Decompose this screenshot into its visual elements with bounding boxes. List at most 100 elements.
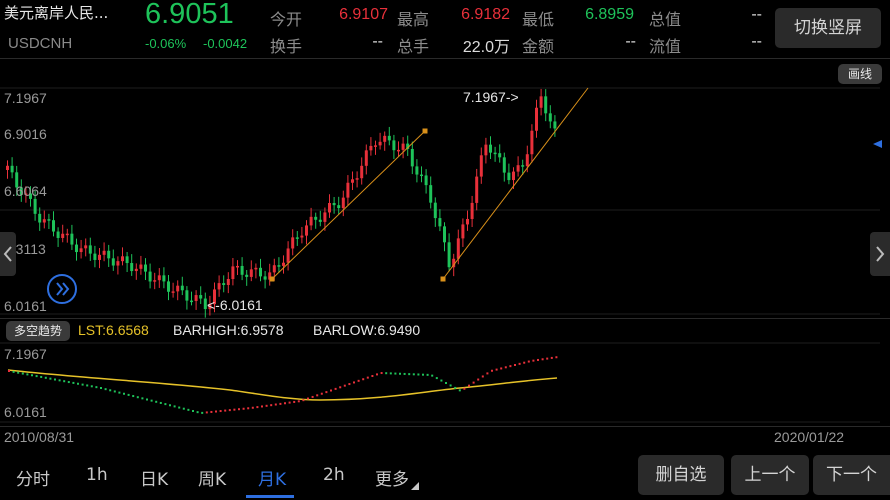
trend-dot [468, 384, 470, 387]
tab-monthly[interactable]: 月K [258, 465, 286, 490]
trend-dot [440, 379, 443, 382]
candle-body [369, 145, 373, 151]
high-label: 最高 [397, 10, 430, 29]
candle-body [259, 267, 262, 277]
candle-body [245, 274, 249, 277]
scroll-left-button[interactable] [0, 232, 16, 276]
chevron-left-icon [3, 246, 12, 262]
switch-portrait-button[interactable]: 切换竖屏 [775, 8, 881, 48]
trend-dot [343, 384, 346, 387]
scroll-right-button[interactable] [870, 232, 890, 276]
trend-dot [399, 372, 401, 375]
float-value-label: 流值 [649, 37, 682, 56]
trend-dot [210, 410, 213, 413]
candle-body [397, 149, 400, 152]
trend-dot [109, 389, 112, 392]
trend-dot [376, 373, 378, 376]
candle-body [351, 179, 354, 183]
trend-dot [118, 391, 121, 394]
volume-label: 总手 [397, 37, 430, 56]
trend-dot [472, 381, 475, 384]
candle-body [433, 202, 437, 219]
last-price: 6.9051 [145, 0, 234, 30]
ma-line [7, 369, 558, 401]
trend-dot [205, 411, 208, 414]
candle-body [75, 244, 78, 253]
draw-line-button[interactable]: 画线 [838, 64, 882, 84]
trend-handle[interactable] [440, 276, 446, 282]
candle-body [493, 152, 497, 155]
candle-body [489, 144, 492, 153]
tab-weekly[interactable]: 周K [198, 465, 226, 490]
remove-favorite-button[interactable]: 删自选 [638, 455, 724, 495]
trend-dot [90, 385, 93, 388]
candle-body [401, 143, 405, 150]
trend-dot [224, 409, 227, 412]
trend-dot [35, 375, 38, 378]
trend-dot [8, 370, 10, 372]
tab-2h[interactable]: 2h [323, 465, 345, 485]
trend-dot [164, 403, 167, 406]
tab-1h[interactable]: 1h [86, 465, 108, 485]
candle-body [502, 157, 506, 173]
tab-more[interactable]: 更多 [375, 465, 409, 490]
trend-dot [81, 383, 84, 386]
double-chevron-right-icon [56, 282, 70, 296]
trend-dot [403, 372, 406, 375]
candlestick-chart[interactable] [0, 60, 890, 318]
candle-body [512, 171, 515, 181]
candle-body [456, 238, 460, 259]
candle-body [199, 295, 203, 299]
candle-body [341, 197, 345, 209]
candle-body [443, 226, 446, 243]
trend-dot [26, 373, 29, 376]
indicator-y-top: 7.1967 [4, 346, 47, 362]
y-axis-label: 6.0161 [4, 298, 47, 314]
candle-body [240, 265, 244, 275]
change-percent: -0.06% [145, 36, 187, 51]
trend-handle[interactable] [269, 276, 275, 282]
trend-indicator-chart[interactable] [0, 342, 890, 426]
tab-timeshare[interactable]: 分时 [16, 465, 50, 490]
low-annotation: <-6.0161 [207, 297, 263, 313]
expand-panel-button[interactable] [47, 274, 77, 304]
candle-body [190, 300, 193, 303]
float-value: -- [751, 33, 762, 50]
open-label: 今开 [270, 10, 303, 29]
trend-line-1[interactable] [271, 130, 426, 280]
candle-body [475, 176, 479, 203]
trend-dot [150, 399, 153, 402]
candle-body [318, 219, 322, 222]
high-value: 6.9182 [461, 6, 510, 23]
y-axis-label: 7.1967 [4, 90, 47, 106]
trend-dot [182, 407, 185, 410]
candle-body [387, 135, 391, 141]
candle-body [314, 216, 318, 220]
trend-dot [187, 408, 190, 411]
trend-dot [389, 372, 392, 375]
dropdown-corner-icon [411, 482, 419, 490]
trend-dot [550, 356, 553, 359]
candle-body [70, 233, 74, 245]
trend-dot [316, 394, 319, 397]
trend-dot [412, 373, 415, 376]
candle-body [323, 212, 327, 222]
candle-body [42, 219, 46, 223]
candle-body [272, 265, 276, 273]
trend-dot [380, 372, 383, 375]
trend-dot [297, 400, 300, 403]
trend-dot [238, 408, 240, 411]
trend-dot [169, 404, 171, 407]
previous-button[interactable]: 上一个 [731, 455, 809, 495]
next-button[interactable]: 下一个 [813, 455, 890, 495]
trend-dot [500, 367, 503, 370]
trend-handle[interactable] [422, 128, 428, 134]
tab-daily[interactable]: 日K [140, 465, 168, 490]
indicator-select-button[interactable]: 多空趋势 [6, 321, 70, 341]
y-axis-label: 6.6064 [4, 183, 47, 199]
candle-body [378, 141, 382, 146]
candle-body [429, 185, 433, 203]
trend-line-2[interactable] [442, 87, 589, 280]
trend-dot [486, 372, 489, 375]
trend-dot [514, 364, 516, 366]
